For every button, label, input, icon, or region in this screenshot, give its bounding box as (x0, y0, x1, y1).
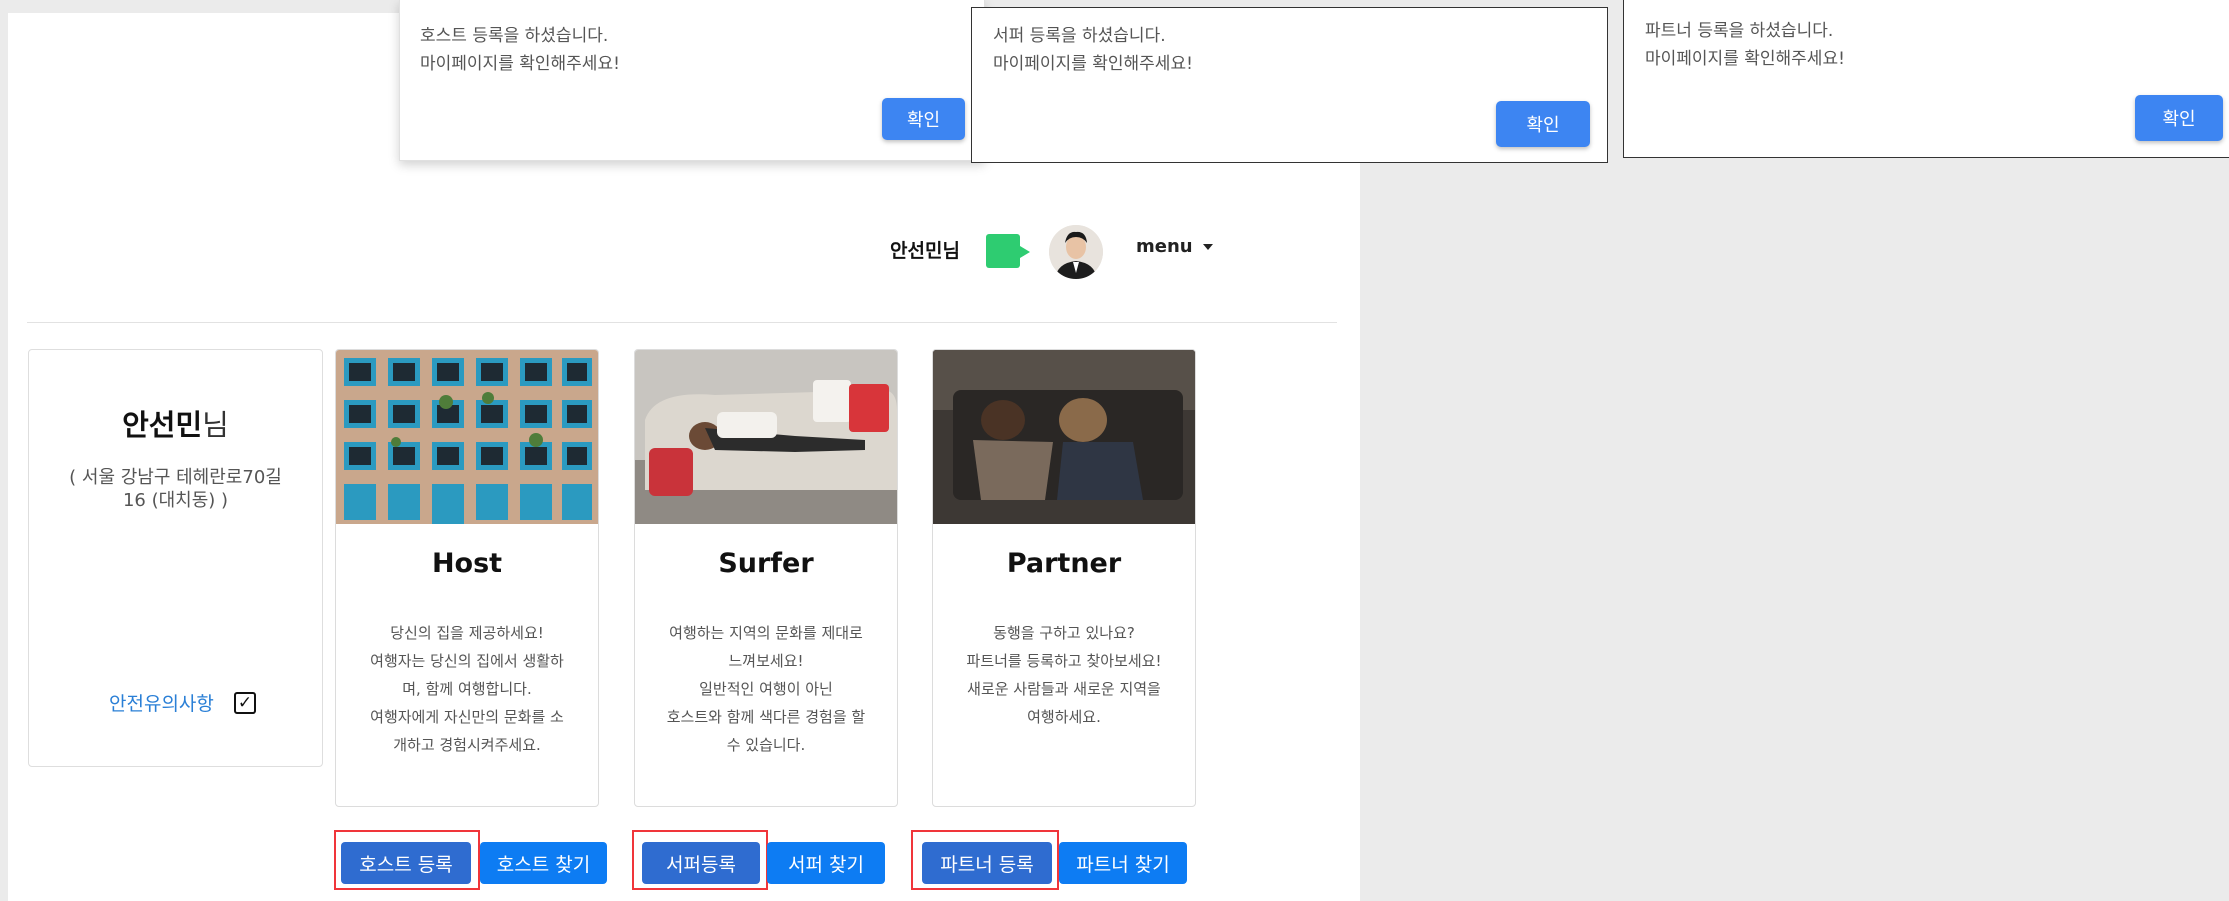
surfer-register-button[interactable]: 서퍼등록 (642, 842, 760, 884)
profile-name: 안선민님 (29, 402, 322, 444)
host-desc-line: 며, 함께 여행합니다. (402, 680, 532, 698)
profile-name-suffix: 님 (202, 408, 229, 442)
partner-card-title: Partner (1006, 548, 1122, 579)
partner-desc-line: 여행하세요. (1027, 708, 1101, 726)
partner-card-description: 동행을 구하고 있나요? 파트너를 등록하고 찾아보세요! 새로운 사람들과 새… (951, 619, 1177, 731)
host-register-button[interactable]: 호스트 등록 (341, 842, 471, 884)
surfer-desc-line: 느껴보세요! (728, 652, 804, 670)
partner-desc-line: 동행을 구하고 있나요? (993, 624, 1135, 642)
partner-card-image (933, 350, 1195, 524)
partner-find-button[interactable]: 파트너 찾기 (1059, 842, 1187, 884)
header-divider (27, 322, 1337, 323)
partner-registered-dialog: 파트너 등록을 하셨습니다. 마이페이지를 확인해주세요! 확인 (1623, 0, 2229, 158)
avatar[interactable] (1049, 225, 1103, 279)
surfer-find-button[interactable]: 서퍼 찾기 (767, 842, 885, 884)
dialog-message-line: 마이페이지를 확인해주세요! (1645, 49, 1845, 69)
safety-checkbox[interactable]: ✓ (234, 692, 256, 714)
host-desc-line: 개하고 경험시켜주세요. (393, 736, 541, 754)
host-card-image (336, 350, 598, 524)
host-desc-line: 여행자는 당신의 집에서 생활하 (370, 652, 564, 670)
surfer-desc-line: 여행하는 지역의 문화를 제대로 (669, 624, 863, 642)
surfer-registered-dialog: 서퍼 등록을 하셨습니다. 마이페이지를 확인해주세요! 확인 (971, 7, 1608, 163)
surfer-card: Surfer 여행하는 지역의 문화를 제대로 느껴보세요! 일반적인 여행이 … (634, 349, 898, 807)
surfer-desc-line: 수 있습니다. (726, 736, 806, 754)
host-card-title: Host (431, 548, 503, 579)
host-find-button[interactable]: 호스트 찾기 (480, 842, 607, 884)
host-dialog-ok-button[interactable]: 확인 (882, 98, 965, 140)
host-card: Host 당신의 집을 제공하세요! 여행자는 당신의 집에서 생활하 며, 함… (335, 349, 599, 807)
dialog-message: 호스트 등록을 하셨습니다. 마이페이지를 확인해주세요! (420, 22, 620, 78)
host-card-description: 당신의 집을 제공하세요! 여행자는 당신의 집에서 생활하 며, 함께 여행합… (354, 619, 580, 759)
menu-dropdown[interactable]: menu (1136, 236, 1213, 257)
partner-dialog-ok-button[interactable]: 확인 (2135, 95, 2223, 141)
menu-label: menu (1136, 236, 1193, 257)
dialog-message: 서퍼 등록을 하셨습니다. 마이페이지를 확인해주세요! (993, 22, 1193, 78)
host-registered-dialog: 호스트 등록을 하셨습니다. 마이페이지를 확인해주세요! 확인 (399, 0, 985, 161)
caret-down-icon (1202, 244, 1213, 250)
dialog-message-line: 파트너 등록을 하셨습니다. (1645, 21, 1834, 41)
surfer-card-image (635, 350, 897, 524)
dialog-message-line: 마이페이지를 확인해주세요! (993, 54, 1193, 74)
profile-address: ( 서울 강남구 테헤란로70길 16 (대치동) ) (69, 467, 282, 511)
dialog-message-line: 서퍼 등록을 하셨습니다. (993, 26, 1166, 46)
profile-name-bold: 안선민 (122, 408, 203, 442)
partner-desc-line: 파트너를 등록하고 찾아보세요! (966, 652, 1162, 670)
surfer-desc-line: 호스트와 함께 색다른 경험을 할 (666, 708, 866, 726)
surfer-dialog-ok-button[interactable]: 확인 (1496, 101, 1590, 147)
surfer-card-title: Surfer (718, 548, 814, 579)
profile-card: 안선민님 ( 서울 강남구 테헤란로70길 16 (대치동) ) 안전유의사항 … (28, 349, 323, 767)
header-user-name: 안선민님 (890, 240, 960, 262)
partner-register-button[interactable]: 파트너 등록 (922, 842, 1052, 884)
safety-notice-link[interactable]: 안전유의사항 (109, 689, 214, 716)
host-desc-line: 여행자에게 자신만의 문화를 소 (370, 708, 564, 726)
chat-bubble-icon[interactable] (986, 234, 1032, 268)
dialog-message-line: 마이페이지를 확인해주세요! (420, 54, 620, 74)
partner-desc-line: 새로운 사람들과 새로운 지역을 (967, 680, 1161, 698)
dialog-message-line: 호스트 등록을 하셨습니다. (420, 26, 609, 46)
host-desc-line: 당신의 집을 제공하세요! (390, 624, 544, 642)
surfer-desc-line: 일반적인 여행이 아닌 (699, 680, 833, 698)
surfer-card-description: 여행하는 지역의 문화를 제대로 느껴보세요! 일반적인 여행이 아닌 호스트와… (653, 619, 879, 759)
dialog-message: 파트너 등록을 하셨습니다. 마이페이지를 확인해주세요! (1645, 17, 1845, 73)
partner-card: Partner 동행을 구하고 있나요? 파트너를 등록하고 찾아보세요! 새로… (932, 349, 1196, 807)
